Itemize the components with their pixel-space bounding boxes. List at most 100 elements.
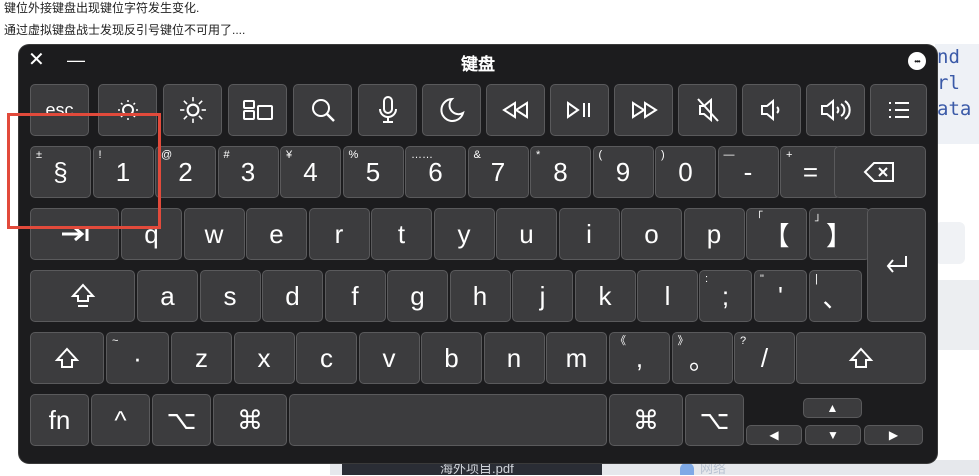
return-icon [886, 256, 907, 273]
highlight-box [7, 113, 161, 229]
key-6[interactable]: …… 6 [405, 146, 466, 198]
fast-forward-key[interactable] [614, 84, 673, 136]
delete-key[interactable] [834, 146, 926, 198]
key-j[interactable]: j [512, 270, 573, 322]
key-c[interactable]: c [296, 332, 357, 384]
key-n[interactable]: n [483, 332, 545, 384]
key-5[interactable]: % 5 [342, 146, 404, 198]
mission-control-key[interactable] [228, 84, 287, 136]
key-label: p [706, 218, 722, 249]
key-h[interactable]: h [449, 270, 511, 322]
key-label: ▶ [888, 428, 899, 442]
key-t[interactable]: t [371, 208, 432, 260]
key-label: z [195, 342, 208, 373]
background-panel [935, 222, 965, 264]
key-bracket-0[interactable]: 「【 [746, 208, 807, 260]
list-key[interactable] [870, 84, 927, 136]
virtual-keyboard: ✕ — 键盘 ••• esc ± §! 1 @2 #3 ¥4% 5…… 6 & 7 * 8(9) 0— - +… [19, 45, 937, 463]
key-r[interactable]: r [308, 208, 370, 260]
key-middle-dot[interactable]: ~ · [106, 332, 169, 384]
arrow-down-key[interactable]: ▼ [805, 425, 861, 445]
key-label: e [269, 218, 284, 249]
space-bar[interactable] [289, 394, 607, 446]
key-=[interactable]: + = [780, 146, 841, 198]
key-3[interactable]: #3 [217, 146, 279, 198]
key-label: 6 [428, 156, 443, 187]
key-v[interactable]: v [358, 332, 420, 384]
shift-icon [848, 347, 874, 368]
key-punct4-0[interactable]: 《, [609, 332, 670, 384]
brightness-up-key[interactable] [163, 84, 222, 136]
key-w[interactable]: w [183, 208, 245, 260]
key-punct-0[interactable]: :; [699, 270, 752, 322]
options-button[interactable]: ••• [908, 52, 926, 70]
key-e[interactable]: e [246, 208, 307, 260]
arrow-left-key[interactable]: ◀ [746, 425, 802, 445]
right-shift-key[interactable] [796, 332, 926, 384]
key-u[interactable]: u [496, 208, 557, 260]
key-label: 5 [365, 156, 381, 187]
key-8[interactable]: * 8 [530, 146, 591, 198]
key-label: 7 [490, 156, 506, 187]
option-key-left[interactable]: ⌥ [152, 394, 211, 446]
key-o[interactable]: o [621, 208, 682, 260]
arrow-right-key[interactable]: ▶ [864, 425, 923, 445]
key-d[interactable]: d [262, 270, 323, 322]
key-x[interactable]: x [233, 332, 295, 384]
command-key-right[interactable]: ⌘ [609, 394, 683, 446]
play-pause-key[interactable] [550, 84, 609, 136]
key-punct4-1[interactable]: 》。 [671, 332, 733, 384]
moon-key[interactable] [422, 84, 481, 136]
control-key[interactable]: ^ [91, 394, 150, 446]
key-7[interactable]: & 7 [467, 146, 529, 198]
key-label: s [223, 280, 237, 311]
key-shift-label: 《 [615, 335, 626, 347]
key-label: g [410, 280, 425, 311]
key-s[interactable]: s [199, 270, 261, 322]
key-m[interactable]: m [546, 332, 607, 384]
key-label: t [397, 218, 406, 249]
key-z[interactable]: z [171, 332, 232, 384]
key-punct-2[interactable]: |、 [809, 270, 862, 322]
rewind-key[interactable] [486, 84, 545, 136]
key-shift-label: 》 [677, 335, 689, 347]
key-l[interactable]: l [637, 270, 698, 322]
fn-key[interactable]: fn [30, 394, 89, 446]
return-key[interactable] [867, 208, 926, 322]
arrow-up-key[interactable]: ▲ [803, 398, 862, 418]
volume-up-key[interactable] [806, 84, 865, 136]
key-shift-label: + [786, 149, 793, 161]
key-shift-label: % [348, 149, 359, 161]
key-a[interactable]: a [137, 270, 198, 322]
key-shift-label: 」 [814, 211, 826, 223]
key-0[interactable]: ) 0 [655, 146, 716, 198]
key-g[interactable]: g [387, 270, 448, 322]
key-2[interactable]: @2 [155, 146, 216, 198]
microphone-key[interactable] [358, 84, 417, 136]
key-k[interactable]: k [574, 270, 636, 322]
key-b[interactable]: b [421, 332, 482, 384]
search-key[interactable] [293, 84, 352, 136]
key-y[interactable]: y [433, 208, 495, 260]
key-label: i [586, 218, 592, 249]
background-panel [935, 280, 979, 350]
caps-lock-key[interactable] [30, 270, 135, 322]
key-shift-label: ¥ [286, 149, 293, 161]
key-9[interactable]: (9 [592, 146, 654, 198]
key-label: 。 [688, 344, 715, 375]
key-punct4-2[interactable]: ? / [734, 332, 795, 384]
key-i[interactable]: i [558, 208, 620, 260]
key-shift-label: ? [740, 335, 747, 347]
key-label: 0 [678, 156, 693, 187]
mute-key[interactable] [678, 84, 737, 136]
key-punct-1[interactable]: " ' [754, 270, 807, 322]
key-p[interactable]: p [683, 208, 745, 260]
key-4[interactable]: ¥4 [280, 146, 341, 198]
key-f[interactable]: f [324, 270, 386, 322]
key-bracket-1[interactable]: 」】 [808, 208, 870, 260]
command-key-left[interactable]: ⌘ [213, 394, 287, 446]
volume-down-key[interactable] [742, 84, 801, 136]
left-shift-key[interactable] [30, 332, 104, 384]
option-key-right[interactable]: ⌥ [685, 394, 744, 446]
key--[interactable]: — - [717, 146, 779, 198]
